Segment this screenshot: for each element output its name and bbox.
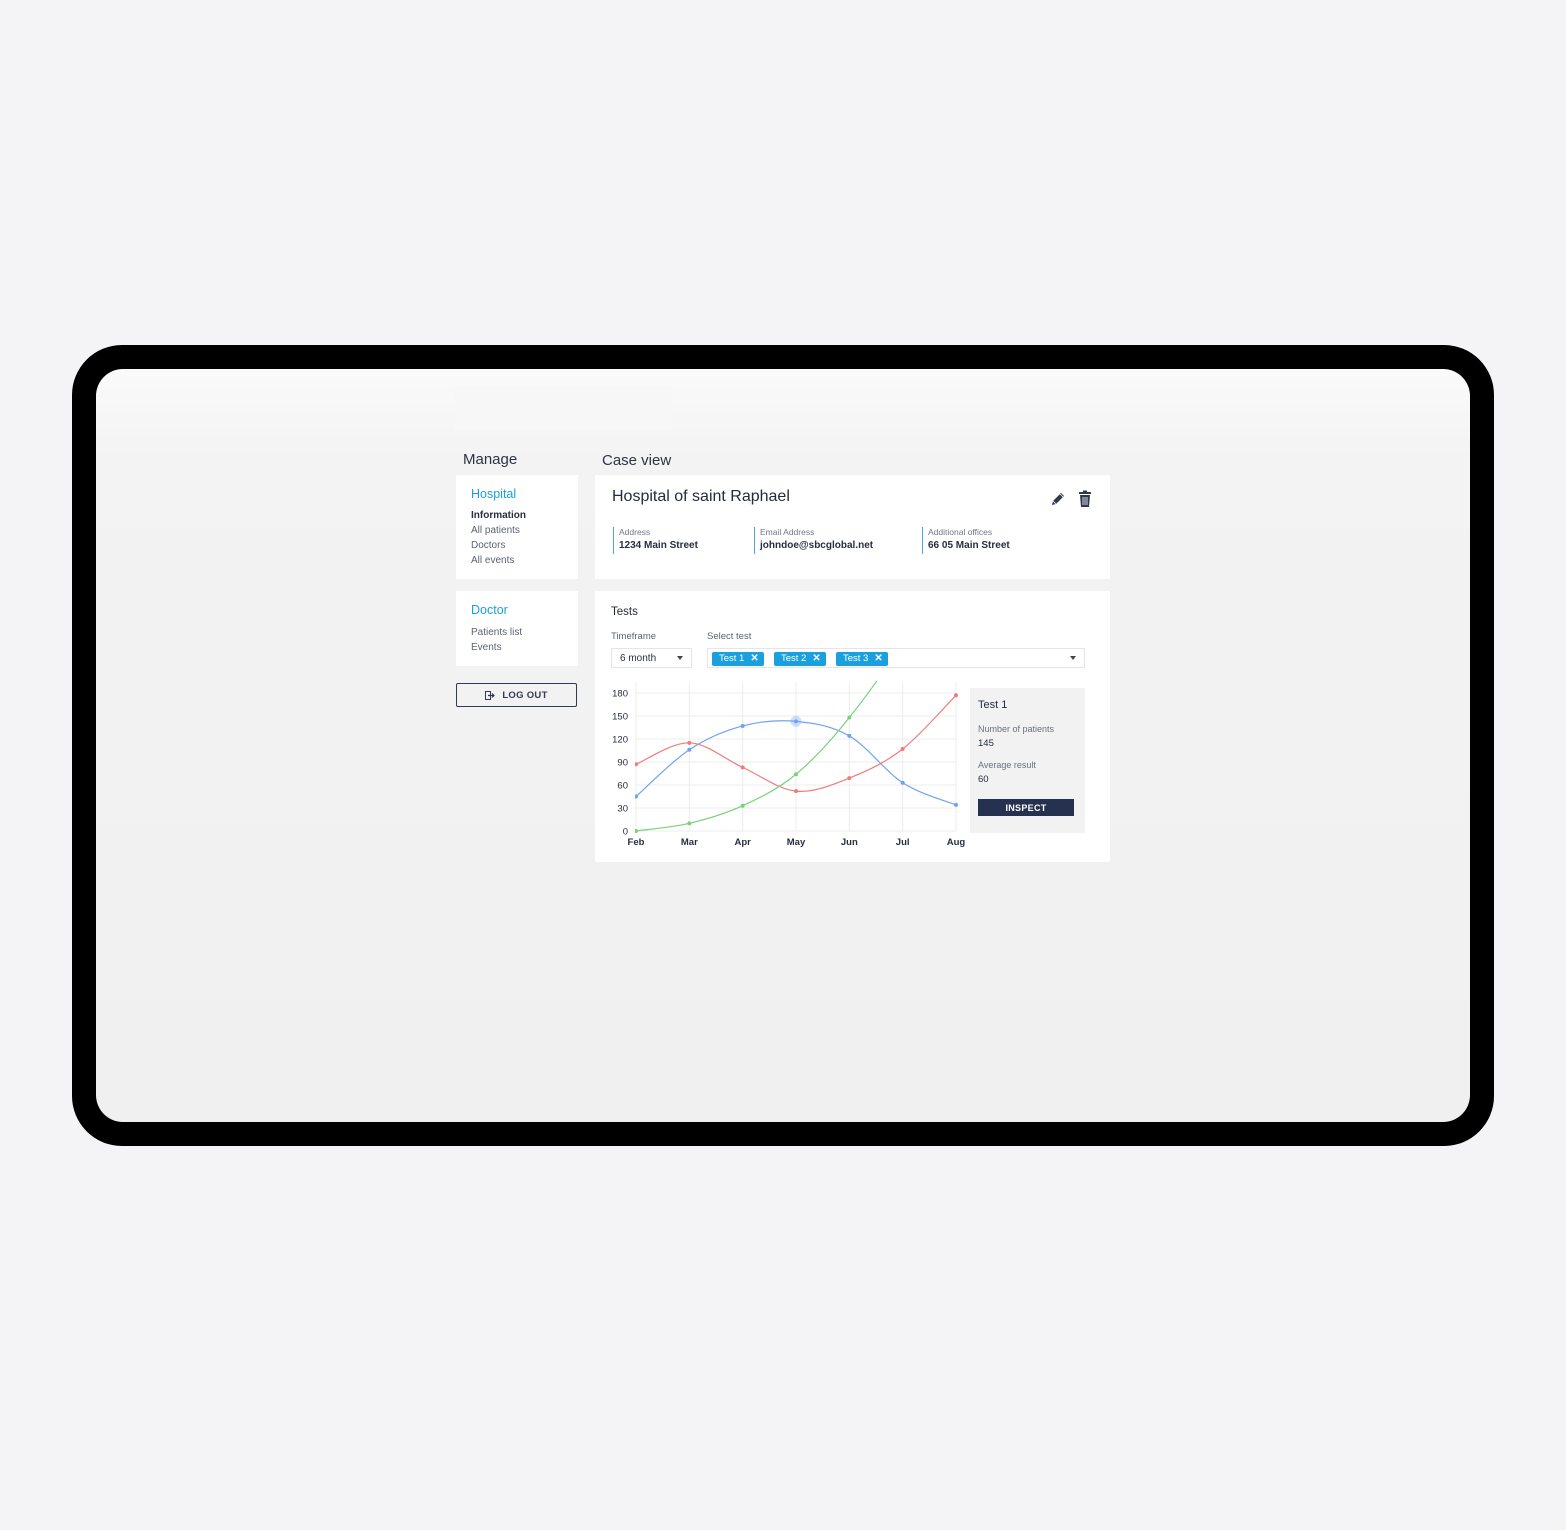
additional-offices-field: Additional offices 66 05 Main Street [922,527,1010,554]
chip-test-3: Test 3 ✕ [836,652,888,666]
logout-button[interactable]: LOG OUT [456,683,577,707]
hospital-nav-card: Hospital Information All patients Doctor… [456,475,578,579]
inspect-button[interactable]: INSPECT [978,799,1074,816]
y-tick-label: 90 [617,758,628,769]
test-info-panel: Test 1 Number of patients 145 Average re… [970,688,1085,833]
nav-title-doctor[interactable]: Doctor [471,603,508,617]
manage-title: Manage [463,451,518,468]
data-point [740,765,745,770]
average-result-label: Average result [978,760,1036,770]
x-tick-label: Apr [734,837,751,848]
tests-title: Tests [611,606,638,618]
nav-item-patients-list[interactable]: Patients list [471,627,522,638]
email-value: johndoe@sbcglobal.net [760,540,874,551]
doctor-nav-card: Doctor Patients list Events [456,591,578,666]
app-screen: Manage Case view Hospital Information Al… [96,369,1470,1122]
data-point [900,780,905,785]
y-tick-label: 180 [612,689,628,700]
data-point [847,776,852,781]
data-point [954,802,958,807]
data-point [794,772,798,777]
data-point [794,789,798,794]
email-label: Email Address [760,527,815,537]
nav-item-all-patients[interactable]: All patients [471,525,520,536]
y-tick-label: 120 [612,735,628,746]
x-tick-label: May [787,837,806,848]
data-point [635,762,638,767]
nav-item-all-events[interactable]: All events [471,555,514,566]
case-view-title: Case view [602,452,672,469]
additional-offices-label: Additional offices [928,527,993,537]
data-point [687,740,692,745]
x-tick-label: Jun [841,837,858,848]
chip-test-2-label: Test 2 [781,653,807,664]
x-tick-label: Jul [896,837,910,848]
address-field: Address 1234 Main Street [613,527,698,554]
data-point [847,733,852,738]
chip-test-1-remove-icon[interactable]: ✕ [750,652,758,666]
chip-test-3-label: Test 3 [843,653,869,664]
x-tick-label: Mar [681,837,698,848]
hospital-info-card: Hospital of saint Raphael Address 1234 M… [595,475,1110,579]
chip-test-1-label: Test 1 [719,653,745,664]
timeframe-label: Timeframe [611,631,657,642]
timeframe-select[interactable]: 6 month [611,648,692,668]
logout-icon [485,690,496,700]
x-tick-label: Aug [947,837,966,848]
address-value: 1234 Main Street [619,540,698,551]
trash-icon[interactable] [1075,489,1095,509]
chip-test-3-remove-icon[interactable]: ✕ [874,652,882,666]
hospital-name: Hospital of saint Raphael [612,488,790,505]
chip-test-2: Test 2 ✕ [774,652,826,666]
address-label: Address [619,527,651,537]
additional-offices-value: 66 05 Main Street [928,540,1010,551]
chip-test-1: Test 1 ✕ [712,652,764,666]
edit-icon[interactable] [1048,489,1068,509]
average-result-value: 60 [978,774,989,785]
nav-item-information[interactable]: Information [471,510,526,521]
data-point [635,794,638,799]
patients-count-label: Number of patients [978,724,1055,734]
y-tick-label: 0 [623,827,628,838]
tests-card: Tests Timeframe Select test 6 month Test… [595,591,1110,862]
info-panel-title: Test 1 [978,699,1008,711]
email-field: Email Address johndoe@sbcglobal.net [754,527,873,554]
timeframe-value: 6 month [620,653,657,664]
test-select-caret-icon[interactable] [1070,656,1076,660]
top-bar [454,387,672,431]
nav-title-hospital[interactable]: Hospital [471,487,516,501]
test-multiselect[interactable]: Test 1 ✕ Test 2 ✕ Test 3 ✕ [707,648,1085,668]
logout-label: LOG OUT [502,689,548,701]
data-point [900,746,905,751]
device-frame: Manage Case view Hospital Information Al… [72,345,1494,1146]
data-point [740,723,745,728]
data-point [635,829,638,833]
data-point [740,803,745,808]
data-point [687,747,692,752]
x-tick-label: Feb [628,837,645,848]
data-point [794,719,798,724]
data-point [687,821,692,826]
patients-count-value: 145 [978,738,994,749]
select-test-label: Select test [707,631,752,642]
y-tick-label: 150 [612,712,628,723]
data-point [954,693,958,698]
nav-item-doctors[interactable]: Doctors [471,540,505,551]
timeframe-caret-icon [677,656,683,660]
y-tick-label: 30 [617,804,628,815]
chip-test-2-remove-icon[interactable]: ✕ [812,652,820,666]
data-point [847,715,852,720]
tests-line-chart: 0 30 60 90 120 150 180 Feb Mar Apr May Jun Jul Aug [612,681,966,848]
nav-item-events[interactable]: Events [471,642,502,653]
y-tick-label: 60 [617,781,628,792]
